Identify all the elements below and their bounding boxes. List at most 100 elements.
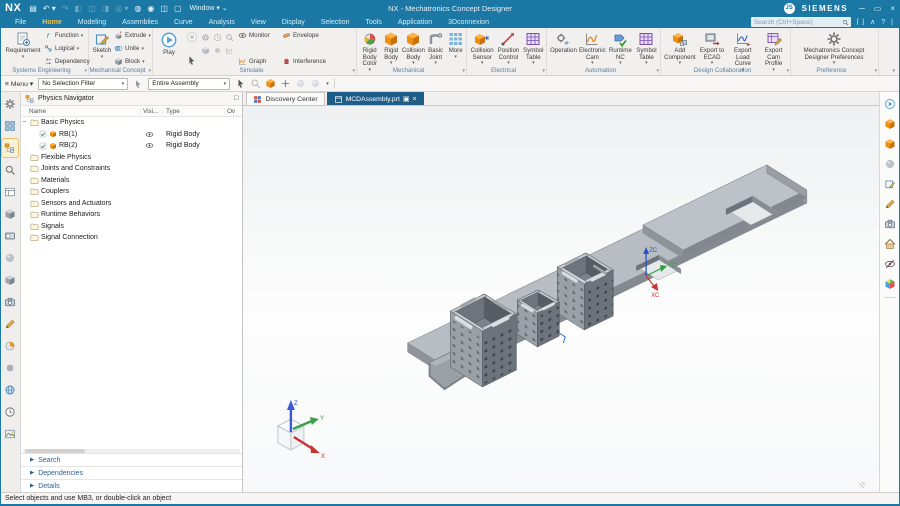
dependency-button[interactable]: Dependency xyxy=(44,57,86,66)
simulate-tool-icon[interactable] xyxy=(225,33,234,42)
tree-row-basic-physics[interactable]: −Basic Physics xyxy=(21,117,243,129)
shaded-view-icon[interactable] xyxy=(295,78,306,89)
tab-home[interactable]: Home xyxy=(34,19,69,26)
tree-row-rb2[interactable]: RB(2) Rigid Body xyxy=(21,140,243,152)
selection-scope-combo[interactable]: Entire Assembly▾ xyxy=(148,78,230,90)
settings-icon[interactable] xyxy=(2,95,18,113)
sketch-icon[interactable] xyxy=(882,175,898,192)
tab-application[interactable]: Application xyxy=(390,19,440,26)
sketch-button[interactable]: Sketch▾ xyxy=(92,30,112,60)
3d-scene[interactable]: ZC YC XC Z xyxy=(243,106,879,492)
dialog-launcher-icon[interactable]: ▾ xyxy=(462,68,465,74)
sketch-tools-icon[interactable] xyxy=(2,315,18,333)
column-overflow[interactable]: Ov xyxy=(225,108,243,115)
monitor-button[interactable]: Monitor xyxy=(238,31,280,40)
save-icon[interactable]: ▤ xyxy=(29,4,37,13)
simulate-tool-icon[interactable] xyxy=(201,46,210,55)
rigid-body-icon[interactable] xyxy=(882,115,898,132)
tab-file[interactable]: File xyxy=(7,19,34,26)
rigid-body-button[interactable]: Rigid Body▾ xyxy=(381,30,400,66)
close-button[interactable]: × xyxy=(890,4,895,13)
window-menu[interactable]: Window ▾ ⌄ xyxy=(190,4,228,12)
image-capture-icon[interactable] xyxy=(2,425,18,443)
tab-analysis[interactable]: Analysis xyxy=(201,19,243,26)
column-name[interactable]: Name xyxy=(21,108,141,115)
undo-icon[interactable]: ↶ ▾ xyxy=(43,4,56,13)
play-simulation-icon[interactable] xyxy=(882,95,898,112)
tab-discovery-center[interactable]: Discovery Center xyxy=(246,92,324,105)
collision-body-button[interactable]: Collision Body▾ xyxy=(403,30,424,66)
simulate-tool-icon[interactable] xyxy=(225,46,234,55)
menu-button[interactable]: ≡ Menu ▾ xyxy=(5,80,33,88)
dialog-launcher-icon[interactable]: ▾ xyxy=(786,68,789,74)
shaded-cube-icon[interactable] xyxy=(882,275,898,292)
materials-icon[interactable] xyxy=(2,249,18,267)
extrude-button[interactable]: Extrude▾ xyxy=(114,31,150,40)
cut-icon[interactable]: ◧ xyxy=(75,4,83,13)
add-component-button[interactable]: Add Component▾ xyxy=(664,30,696,66)
work-layer-icon[interactable] xyxy=(265,78,276,89)
minimize-button[interactable]: ─ xyxy=(859,4,865,13)
simulate-tool-icon[interactable] xyxy=(213,46,222,55)
assembly-navigator-icon[interactable] xyxy=(2,117,18,135)
tree-row-couplers[interactable]: Couplers xyxy=(21,186,243,198)
part-tools-icon[interactable] xyxy=(2,205,18,223)
dialog-launcher-icon[interactable]: ▾ xyxy=(874,68,877,74)
dialog-launcher-icon[interactable]: ▾ xyxy=(84,68,87,74)
cage-large[interactable] xyxy=(451,294,517,387)
symbol-table-button[interactable]: Symbol Table▾ xyxy=(523,30,544,66)
electronic-cam-button[interactable]: Electronic Cam▾ xyxy=(579,30,606,66)
requirement-button[interactable]: Requirement▾ xyxy=(4,30,42,60)
export-to-ecad-button[interactable]: Export to ECAD▾ xyxy=(698,30,727,66)
home-view-icon[interactable] xyxy=(882,235,898,252)
repeat-command-icon[interactable]: ◎ ▾ xyxy=(115,4,128,13)
eye-icon[interactable] xyxy=(145,130,154,139)
tab-3dconnexion[interactable]: 3Dconnexion xyxy=(440,19,497,26)
details-panel-icon[interactable] xyxy=(2,183,18,201)
runtime-nc-button[interactable]: Runtime NC▾ xyxy=(608,30,633,66)
window-icon[interactable]: ▢ xyxy=(174,4,182,13)
collapse-icon[interactable]: − xyxy=(21,119,28,126)
collision-body-icon[interactable] xyxy=(882,135,898,152)
copy-icon[interactable]: ◫ xyxy=(88,4,96,13)
snapshot-camera-icon[interactable] xyxy=(882,215,898,232)
tab-display[interactable]: Display xyxy=(274,19,313,26)
web-browser-icon[interactable] xyxy=(2,381,18,399)
snap-point-icon[interactable] xyxy=(235,78,246,89)
dialog-launcher-icon[interactable]: ▾ xyxy=(656,68,659,74)
selection-scope-icon[interactable] xyxy=(133,79,143,89)
eye-icon[interactable] xyxy=(145,141,154,150)
column-type[interactable]: Type xyxy=(163,108,225,115)
interference-button[interactable]: Interference xyxy=(282,57,334,66)
section-details[interactable]: ▶Details xyxy=(21,479,243,492)
material-blob-icon[interactable] xyxy=(882,155,898,172)
tree-row-sensors-and-actuators[interactable]: Sensors and Actuators xyxy=(21,198,243,210)
help-icon[interactable]: ? xyxy=(881,19,885,26)
dialog-launcher-icon[interactable]: ▾ xyxy=(352,68,355,74)
3d-canvas[interactable]: ZC YC XC Z xyxy=(243,106,879,492)
redo-icon[interactable]: ↷ xyxy=(62,4,69,13)
unite-button[interactable]: Unite▾ xyxy=(114,44,150,53)
tree-row-signals[interactable]: Signals xyxy=(21,221,243,233)
select-pointer-icon[interactable] xyxy=(186,55,197,66)
close-tab-icon[interactable]: × xyxy=(412,96,416,103)
history-icon[interactable] xyxy=(2,403,18,421)
play-button[interactable]: Play xyxy=(156,30,182,57)
restore-button[interactable]: ▭ xyxy=(874,4,882,13)
tree-row-signal-connection[interactable]: Signal Connection xyxy=(21,232,243,244)
graph-button[interactable]: Graph xyxy=(238,57,280,66)
logical-button[interactable]: Logical▾ xyxy=(44,44,86,53)
more-button[interactable]: More▾ xyxy=(447,30,464,60)
tab-curve[interactable]: Curve xyxy=(166,19,201,26)
function-button[interactable]: Function▾ xyxy=(44,31,86,40)
position-control-button[interactable]: Position Control▾ xyxy=(496,30,520,66)
tab-assemblies[interactable]: Assemblies xyxy=(114,19,166,26)
add-body-icon[interactable] xyxy=(280,78,291,89)
block-button[interactable]: Block▾ xyxy=(114,57,150,66)
user-avatar[interactable]: JS xyxy=(784,3,795,14)
dialog-launcher-icon[interactable]: ▾ xyxy=(542,68,545,74)
selection-filter-combo[interactable]: No Selection Filter▾ xyxy=(38,78,128,90)
command-search-input[interactable] xyxy=(751,17,851,27)
touch-mode-icon[interactable]: ◉ xyxy=(147,4,154,13)
fullscreen-icon[interactable]: ⌈ ⌋ xyxy=(857,18,864,26)
